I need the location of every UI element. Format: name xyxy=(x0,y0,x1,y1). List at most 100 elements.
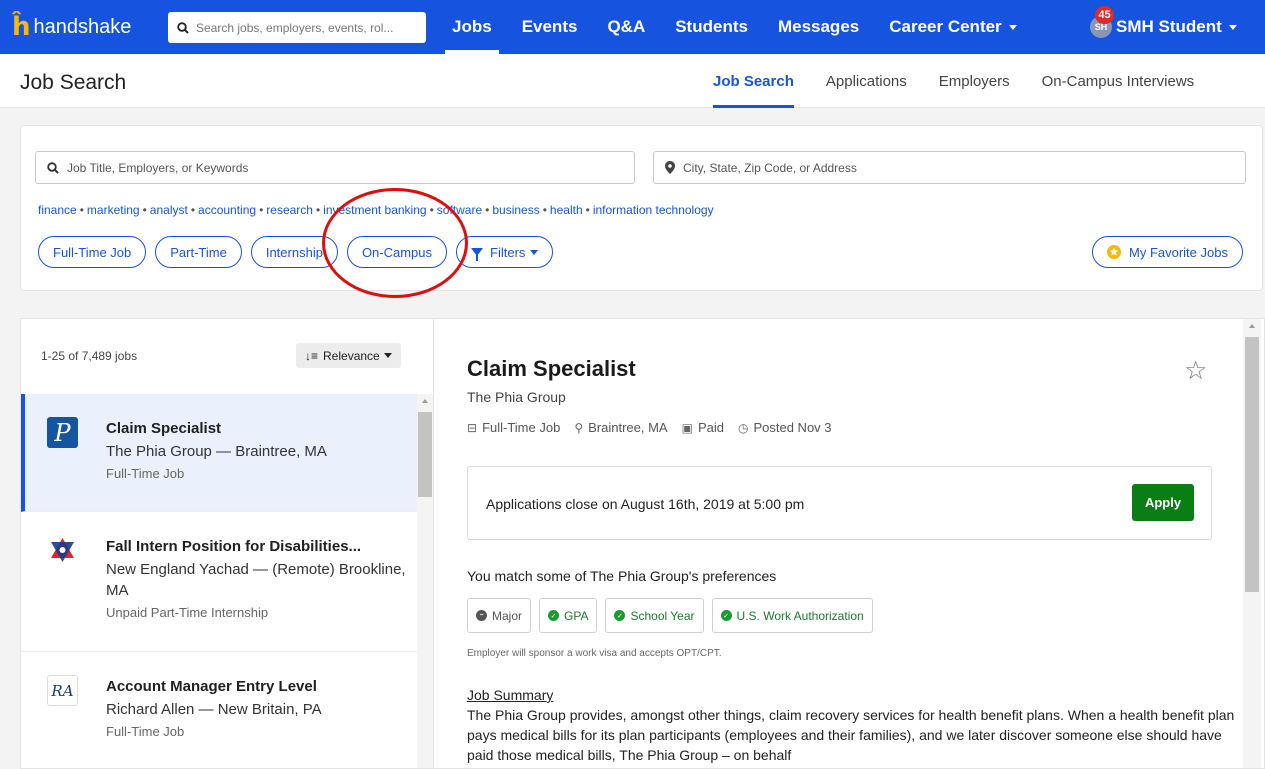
chevron-down-icon xyxy=(383,353,392,358)
job-company: New England Yachad — (Remote) Brookline,… xyxy=(106,561,406,599)
tab-job-search[interactable]: Job Search xyxy=(697,54,810,108)
filter-icon xyxy=(471,248,484,261)
global-search-input[interactable] xyxy=(196,20,421,35)
tab-job-search-label: Job Search xyxy=(713,72,794,90)
job-summary-heading: Job Summary xyxy=(467,687,554,703)
tab-applications[interactable]: Applications xyxy=(810,54,923,108)
job-detail-panel: Claim Specialist ☆ The Phia Group ⊟ Full-… xyxy=(433,318,1265,769)
job-type: Unpaid Part-Time Internship xyxy=(106,605,269,620)
map-pin-icon: ⚲ xyxy=(574,420,584,435)
handshake-logo[interactable]: ĥ handshake xyxy=(12,14,160,40)
my-favorite-jobs-label: My Favorite Jobs xyxy=(1129,244,1228,260)
user-name: SMH Student xyxy=(1116,17,1222,36)
job-card[interactable]: P Claim Specialist The Phia Group — Brai… xyxy=(21,394,417,512)
tab-employers[interactable]: Employers xyxy=(923,54,1026,108)
job-card[interactable]: RA Account Manager Entry Level Richard A… xyxy=(21,652,417,768)
sort-icon: ↓≡ xyxy=(305,348,319,363)
on-campus-chip[interactable]: On-Campus xyxy=(346,236,448,268)
detail-scrollbar[interactable] xyxy=(1243,319,1261,768)
scrollbar-thumb[interactable] xyxy=(1245,337,1259,592)
check-circle-icon: ✓ xyxy=(720,610,732,621)
scrollbar-thumb[interactable] xyxy=(418,412,432,497)
apply-button[interactable]: Apply xyxy=(1132,484,1194,521)
tab-employers-label: Employers xyxy=(938,72,1010,90)
star-icon xyxy=(1107,245,1121,259)
sort-label: Relevance xyxy=(323,348,380,363)
my-favorite-jobs-button[interactable]: My Favorite Jobs xyxy=(1092,236,1243,268)
nav-messages[interactable]: Messages xyxy=(763,0,874,54)
map-pin-icon xyxy=(665,161,675,174)
search-icon xyxy=(47,161,59,174)
suggestion-link[interactable]: research xyxy=(266,203,313,217)
scroll-up-icon[interactable] xyxy=(422,399,428,403)
notification-badge[interactable]: 45 xyxy=(1095,6,1114,24)
job-title: Fall Intern Position for Disabilities... xyxy=(106,538,362,555)
pref-tag-school-year: ✓ School Year xyxy=(605,598,704,633)
sort-dropdown[interactable]: ↓≡ Relevance xyxy=(296,343,401,368)
results-scrollbar[interactable] xyxy=(417,394,433,768)
nav-jobs[interactable]: Jobs xyxy=(437,0,507,54)
job-company: The Phia Group — Braintree, MA xyxy=(106,443,327,460)
meta-posted: Posted Nov 3 xyxy=(753,420,832,435)
suggestion-link[interactable]: marketing xyxy=(87,203,140,217)
nav-events-label: Events xyxy=(521,17,578,36)
internship-chip[interactable]: Internship xyxy=(250,236,338,268)
check-circle-icon: ✓ xyxy=(548,610,560,621)
money-icon: ▣ xyxy=(681,420,693,435)
apply-box: Applications close on August 16th, 2019 … xyxy=(467,466,1212,540)
filter-card: finance•marketing•analyst•accounting•res… xyxy=(20,125,1263,291)
job-card[interactable]: Fall Intern Position for Disabilities...… xyxy=(21,512,417,652)
application-deadline: Applications close on August 16th, 2019 … xyxy=(486,496,805,512)
full-time-chip[interactable]: Full-Time Job xyxy=(38,236,147,268)
detail-company[interactable]: The Phia Group xyxy=(467,389,566,405)
suggestion-link[interactable]: software xyxy=(437,203,482,217)
phia-group-logo-icon: P xyxy=(47,417,78,448)
nav-events[interactable]: Events xyxy=(507,0,593,54)
nav-career-center[interactable]: Career Center xyxy=(874,0,1031,54)
suggestion-link[interactable]: analyst xyxy=(150,203,188,217)
meta-location: Braintree, MA xyxy=(588,420,668,435)
keyword-field[interactable] xyxy=(35,151,635,184)
page-title: Job Search xyxy=(20,71,127,94)
nav-jobs-label: Jobs xyxy=(452,17,492,36)
suggestion-link[interactable]: finance xyxy=(38,203,77,217)
suggestion-link[interactable]: business xyxy=(492,203,539,217)
detail-meta: ⊟ Full-Time Job ⚲ Braintree, MA ▣ Paid ◷ Pos… xyxy=(467,420,846,435)
nav-students[interactable]: Students xyxy=(660,0,763,54)
job-summary-text: The Phia Group provides, amongst other t… xyxy=(467,707,1235,763)
scroll-up-icon[interactable] xyxy=(1249,324,1255,328)
suggestion-link[interactable]: investment banking xyxy=(323,203,426,217)
favorite-star-icon[interactable]: ☆ xyxy=(1184,355,1207,386)
location-input[interactable] xyxy=(683,160,1205,175)
global-search[interactable] xyxy=(168,12,426,43)
tab-applications-label: Applications xyxy=(825,72,907,90)
suggestion-link[interactable]: health xyxy=(550,203,583,217)
clock-icon: ◷ xyxy=(737,420,749,435)
tab-on-campus-interviews[interactable]: On-Campus Interviews xyxy=(1026,54,1211,108)
logo-text: handshake xyxy=(33,15,132,38)
pref-label: Major xyxy=(492,608,523,623)
sub-tabs: Job Search Applications Employers On-Cam… xyxy=(697,54,1210,108)
pref-label: U.S. Work Authorization xyxy=(736,608,864,623)
job-title: Claim Specialist xyxy=(106,420,222,437)
user-menu[interactable]: SH 45 SMH Student xyxy=(1090,0,1237,54)
nav-career-center-label: Career Center xyxy=(889,17,1002,36)
chevron-down-icon xyxy=(530,249,539,255)
minus-circle-icon: − xyxy=(476,610,487,621)
job-type: Full-Time Job xyxy=(106,724,185,739)
nav-qa[interactable]: Q&A xyxy=(592,0,660,54)
yachad-logo-icon xyxy=(47,535,78,566)
preferences-title: You match some of The Phia Group's prefe… xyxy=(467,568,777,584)
suggestion-link[interactable]: accounting xyxy=(198,203,256,217)
sponsor-note: Employer will sponsor a work visa and ac… xyxy=(467,648,722,659)
check-circle-icon: ✓ xyxy=(614,610,626,621)
suggestion-link[interactable]: information technology xyxy=(593,203,714,217)
job-type: Full-Time Job xyxy=(106,466,185,481)
keyword-input[interactable] xyxy=(67,160,596,175)
pref-label: School Year xyxy=(630,608,695,623)
part-time-chip[interactable]: Part-Time xyxy=(155,236,242,268)
filters-button[interactable]: Filters xyxy=(456,236,554,268)
filter-chips: Full-Time Job Part-Time Internship On-Ca… xyxy=(38,236,562,268)
location-field[interactable] xyxy=(653,151,1246,184)
results-count: 1-25 of 7,489 jobs xyxy=(41,349,138,363)
